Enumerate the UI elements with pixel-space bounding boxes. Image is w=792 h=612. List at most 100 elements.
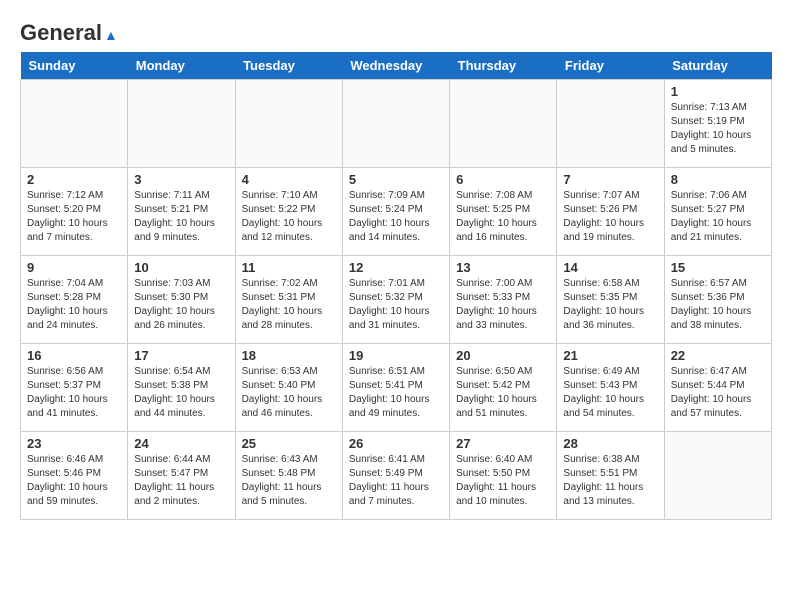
calendar-table: SundayMondayTuesdayWednesdayThursdayFrid…: [20, 52, 772, 520]
day-cell: [235, 80, 342, 168]
day-info: Sunrise: 6:44 AM Sunset: 5:47 PM Dayligh…: [134, 453, 228, 509]
day-number: 18: [242, 348, 336, 363]
col-header-saturday: Saturday: [664, 52, 771, 80]
day-info: Sunrise: 6:57 AM Sunset: 5:36 PM Dayligh…: [671, 277, 765, 333]
day-cell: 5 Sunrise: 7:09 AM Sunset: 5:24 PM Daylig…: [342, 168, 449, 256]
day-info: Sunrise: 6:47 AM Sunset: 5:44 PM Dayligh…: [671, 365, 765, 421]
day-number: 25: [242, 436, 336, 451]
day-info: Sunrise: 6:56 AM Sunset: 5:37 PM Dayligh…: [27, 365, 121, 421]
day-cell: 19 Sunrise: 6:51 AM Sunset: 5:41 PM Dayli…: [342, 344, 449, 432]
day-number: 5: [349, 172, 443, 187]
week-row-4: 23 Sunrise: 6:46 AM Sunset: 5:46 PM Dayli…: [21, 432, 772, 520]
day-cell: 16 Sunrise: 6:56 AM Sunset: 5:37 PM Dayli…: [21, 344, 128, 432]
day-cell: [557, 80, 664, 168]
day-cell: 27 Sunrise: 6:40 AM Sunset: 5:50 PM Dayli…: [450, 432, 557, 520]
day-cell: 10Sunrise: 7:03 AM Sunset: 5:30 PM Dayli…: [128, 256, 235, 344]
day-cell: 15 Sunrise: 6:57 AM Sunset: 5:36 PM Dayli…: [664, 256, 771, 344]
day-cell: 28 Sunrise: 6:38 AM Sunset: 5:51 PM Dayli…: [557, 432, 664, 520]
header-row: SundayMondayTuesdayWednesdayThursdayFrid…: [21, 52, 772, 80]
day-number: 26: [349, 436, 443, 451]
day-cell: 9 Sunrise: 7:04 AM Sunset: 5:28 PM Daylig…: [21, 256, 128, 344]
day-number: 4: [242, 172, 336, 187]
logo: General▲: [20, 20, 118, 42]
header: General▲: [20, 20, 772, 42]
day-cell: [128, 80, 235, 168]
day-number: 15: [671, 260, 765, 275]
day-info: Sunrise: 7:01 AM Sunset: 5:32 PM Dayligh…: [349, 277, 443, 333]
day-info: Sunrise: 7:07 AM Sunset: 5:26 PM Dayligh…: [563, 189, 657, 245]
col-header-sunday: Sunday: [21, 52, 128, 80]
col-header-thursday: Thursday: [450, 52, 557, 80]
day-number: 7: [563, 172, 657, 187]
day-cell: 12 Sunrise: 7:01 AM Sunset: 5:32 PM Dayli…: [342, 256, 449, 344]
day-info: Sunrise: 6:54 AM Sunset: 5:38 PM Dayligh…: [134, 365, 228, 421]
day-number: 14: [563, 260, 657, 275]
day-cell: 3Sunrise: 7:11 AM Sunset: 5:21 PM Daylig…: [128, 168, 235, 256]
day-cell: [21, 80, 128, 168]
day-info: Sunrise: 6:38 AM Sunset: 5:51 PM Dayligh…: [563, 453, 657, 509]
week-row-2: 9 Sunrise: 7:04 AM Sunset: 5:28 PM Daylig…: [21, 256, 772, 344]
day-number: 12: [349, 260, 443, 275]
day-number: 27: [456, 436, 550, 451]
day-number: 20: [456, 348, 550, 363]
day-cell: 8 Sunrise: 7:06 AM Sunset: 5:27 PM Daylig…: [664, 168, 771, 256]
day-info: Sunrise: 7:04 AM Sunset: 5:28 PM Dayligh…: [27, 277, 121, 333]
week-row-3: 16 Sunrise: 6:56 AM Sunset: 5:37 PM Dayli…: [21, 344, 772, 432]
day-info: Sunrise: 7:00 AM Sunset: 5:33 PM Dayligh…: [456, 277, 550, 333]
day-cell: 6 Sunrise: 7:08 AM Sunset: 5:25 PM Daylig…: [450, 168, 557, 256]
day-info: Sunrise: 6:51 AM Sunset: 5:41 PM Dayligh…: [349, 365, 443, 421]
day-info: Sunrise: 6:58 AM Sunset: 5:35 PM Dayligh…: [563, 277, 657, 333]
day-cell: 24 Sunrise: 6:44 AM Sunset: 5:47 PM Dayli…: [128, 432, 235, 520]
day-cell: 11 Sunrise: 7:02 AM Sunset: 5:31 PM Dayli…: [235, 256, 342, 344]
day-number: 22: [671, 348, 765, 363]
day-cell: 17 Sunrise: 6:54 AM Sunset: 5:38 PM Dayli…: [128, 344, 235, 432]
day-cell: 22 Sunrise: 6:47 AM Sunset: 5:44 PM Dayli…: [664, 344, 771, 432]
day-number: 8: [671, 172, 765, 187]
day-info: Sunrise: 6:40 AM Sunset: 5:50 PM Dayligh…: [456, 453, 550, 509]
day-info: Sunrise: 6:46 AM Sunset: 5:46 PM Dayligh…: [27, 453, 121, 509]
day-number: 9: [27, 260, 121, 275]
day-number: 21: [563, 348, 657, 363]
day-number: 11: [242, 260, 336, 275]
day-cell: 26 Sunrise: 6:41 AM Sunset: 5:49 PM Dayli…: [342, 432, 449, 520]
day-info: Sunrise: 7:09 AM Sunset: 5:24 PM Dayligh…: [349, 189, 443, 245]
day-cell: [450, 80, 557, 168]
day-info: Sunrise: 6:50 AM Sunset: 5:42 PM Dayligh…: [456, 365, 550, 421]
day-cell: 1Sunrise: 7:13 AM Sunset: 5:19 PM Daylig…: [664, 80, 771, 168]
day-number: 10: [134, 260, 228, 275]
day-info: Sunrise: 6:43 AM Sunset: 5:48 PM Dayligh…: [242, 453, 336, 509]
day-number: 13: [456, 260, 550, 275]
day-number: 19: [349, 348, 443, 363]
day-cell: 18 Sunrise: 6:53 AM Sunset: 5:40 PM Dayli…: [235, 344, 342, 432]
day-info: Sunrise: 7:06 AM Sunset: 5:27 PM Dayligh…: [671, 189, 765, 245]
day-cell: [342, 80, 449, 168]
day-info: Sunrise: 6:53 AM Sunset: 5:40 PM Dayligh…: [242, 365, 336, 421]
col-header-wednesday: Wednesday: [342, 52, 449, 80]
day-number: 6: [456, 172, 550, 187]
day-info: Sunrise: 7:08 AM Sunset: 5:25 PM Dayligh…: [456, 189, 550, 245]
day-cell: 25 Sunrise: 6:43 AM Sunset: 5:48 PM Dayli…: [235, 432, 342, 520]
week-row-1: 2Sunrise: 7:12 AM Sunset: 5:20 PM Daylig…: [21, 168, 772, 256]
day-number: 23: [27, 436, 121, 451]
day-number: 3: [134, 172, 228, 187]
week-row-0: 1Sunrise: 7:13 AM Sunset: 5:19 PM Daylig…: [21, 80, 772, 168]
logo-text: General▲: [20, 20, 118, 46]
day-cell: 14 Sunrise: 6:58 AM Sunset: 5:35 PM Dayli…: [557, 256, 664, 344]
col-header-monday: Monday: [128, 52, 235, 80]
col-header-tuesday: Tuesday: [235, 52, 342, 80]
day-info: Sunrise: 6:49 AM Sunset: 5:43 PM Dayligh…: [563, 365, 657, 421]
day-cell: 2Sunrise: 7:12 AM Sunset: 5:20 PM Daylig…: [21, 168, 128, 256]
day-cell: 21 Sunrise: 6:49 AM Sunset: 5:43 PM Dayli…: [557, 344, 664, 432]
day-cell: 23 Sunrise: 6:46 AM Sunset: 5:46 PM Dayli…: [21, 432, 128, 520]
day-info: Sunrise: 7:10 AM Sunset: 5:22 PM Dayligh…: [242, 189, 336, 245]
day-number: 17: [134, 348, 228, 363]
day-cell: 4 Sunrise: 7:10 AM Sunset: 5:22 PM Daylig…: [235, 168, 342, 256]
day-info: Sunrise: 6:41 AM Sunset: 5:49 PM Dayligh…: [349, 453, 443, 509]
day-number: 16: [27, 348, 121, 363]
page: General▲ SundayMondayTuesdayWednesdayThu…: [0, 0, 792, 530]
day-info: Sunrise: 7:02 AM Sunset: 5:31 PM Dayligh…: [242, 277, 336, 333]
day-number: 1: [671, 84, 765, 99]
day-number: 24: [134, 436, 228, 451]
col-header-friday: Friday: [557, 52, 664, 80]
day-number: 28: [563, 436, 657, 451]
